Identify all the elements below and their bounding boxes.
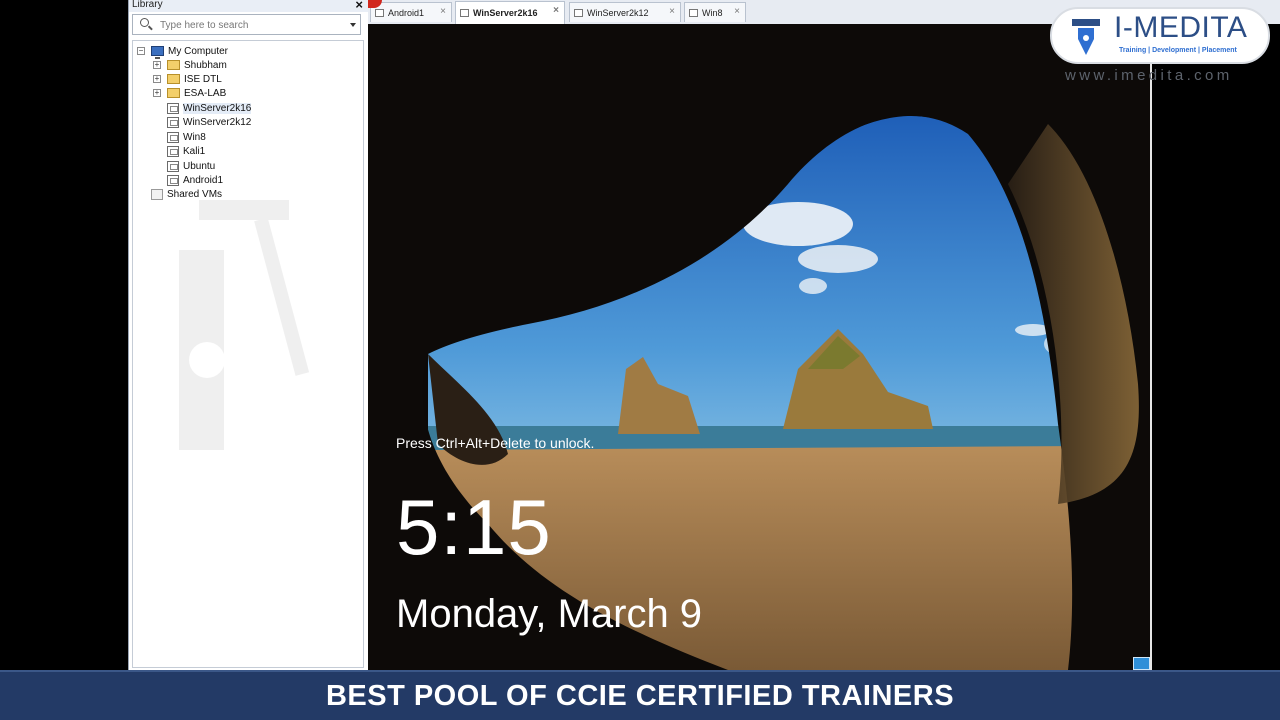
tab-label: WinServer2k16 — [473, 8, 538, 18]
vm-console-screen[interactable]: Press Ctrl+Alt+Delete to unlock. 5:15 Mo… — [368, 24, 1151, 670]
vm-icon — [689, 8, 698, 17]
vm-icon — [167, 145, 179, 157]
tree-item-label: Shubham — [184, 59, 227, 71]
close-icon[interactable]: × — [440, 6, 446, 17]
tree-item-label: ISE DTL — [184, 73, 222, 85]
tab-win8[interactable]: Win8 × — [684, 2, 746, 22]
tree-item-label: Kali1 — [183, 145, 206, 157]
tree-item-winserver2k12[interactable]: WinServer2k12 — [153, 115, 251, 129]
vm-icon — [167, 102, 179, 114]
vm-right-border — [1150, 24, 1152, 670]
vm-status-icon[interactable] — [1133, 657, 1150, 670]
close-icon[interactable]: × — [734, 6, 740, 17]
close-icon[interactable]: × — [669, 6, 675, 17]
brand-tagline: Training | Development | Placement — [1119, 47, 1237, 54]
vm-icon — [574, 8, 583, 17]
brand-logo: I-MEDITA Training | Development | Placem… — [1050, 7, 1270, 64]
tree-item-shubham[interactable]: + Shubham — [153, 58, 227, 72]
library-header: Library × — [129, 0, 369, 12]
lock-unlock-hint: Press Ctrl+Alt+Delete to unlock. — [396, 435, 595, 451]
library-search-box[interactable] — [132, 14, 361, 35]
tree-item-my-computer[interactable]: − My Computer — [137, 44, 229, 59]
watermark-logo-icon — [179, 200, 309, 450]
screen: Library × − My Computer + Shubham + ISE … — [0, 0, 1280, 720]
tree-item-label: Win8 — [183, 131, 206, 143]
chevron-down-icon[interactable] — [350, 23, 356, 27]
library-panel: Library × − My Computer + Shubham + ISE … — [128, 0, 369, 670]
search-icon — [140, 18, 149, 27]
tab-label: WinServer2k12 — [587, 7, 649, 18]
brand-url: www.imedita.com — [1065, 67, 1233, 84]
lockscreen-wallpaper — [368, 24, 1151, 670]
vm-icon — [375, 8, 384, 17]
tree-item-ise-dtl[interactable]: + ISE DTL — [153, 72, 222, 86]
expand-icon[interactable]: + — [153, 89, 161, 97]
vm-icon — [167, 131, 179, 143]
close-icon[interactable]: × — [355, 0, 363, 12]
tab-android1[interactable]: Android1 × — [370, 2, 452, 22]
tree-item-label: WinServer2k12 — [183, 116, 252, 128]
tree-item-label: My Computer — [168, 45, 229, 57]
vm-icon — [460, 9, 469, 17]
tab-winserver2k12[interactable]: WinServer2k12 × — [569, 2, 681, 22]
tab-label: Win8 — [702, 7, 723, 18]
expand-icon[interactable]: + — [153, 61, 161, 69]
folder-icon — [167, 88, 180, 98]
library-title: Library — [132, 0, 163, 10]
promo-banner: BEST POOL OF CCIE CERTIFIED TRAINERS — [0, 670, 1280, 720]
expand-icon[interactable]: + — [153, 75, 161, 83]
tree-item-win8[interactable]: Win8 — [153, 130, 206, 144]
vm-icon — [167, 116, 179, 128]
computer-icon — [151, 46, 164, 59]
tree-item-kali1[interactable]: Kali1 — [153, 144, 205, 158]
lock-clock-date: Monday, March 9 — [396, 592, 703, 636]
tree-item-label: ESA-LAB — [184, 87, 227, 99]
pen-nib-icon — [1072, 19, 1100, 55]
search-input[interactable] — [160, 18, 340, 32]
lock-clock-time: 5:15 — [396, 483, 552, 571]
banner-text: BEST POOL OF CCIE CERTIFIED TRAINERS — [325, 680, 955, 712]
tree-item-label: WinServer2k16 — [183, 102, 252, 114]
folder-icon — [167, 60, 180, 70]
close-icon[interactable]: × — [553, 5, 559, 16]
folder-icon — [167, 74, 180, 84]
collapse-icon[interactable]: − — [137, 47, 145, 55]
tab-label: Android1 — [388, 7, 425, 18]
brand-name: I-MEDITA — [1114, 11, 1248, 44]
tree-item-esa-lab[interactable]: + ESA-LAB — [153, 86, 226, 100]
tab-winserver2k16[interactable]: WinServer2k16 × — [455, 1, 565, 24]
tree-item-winserver2k16[interactable]: WinServer2k16 — [153, 101, 252, 115]
